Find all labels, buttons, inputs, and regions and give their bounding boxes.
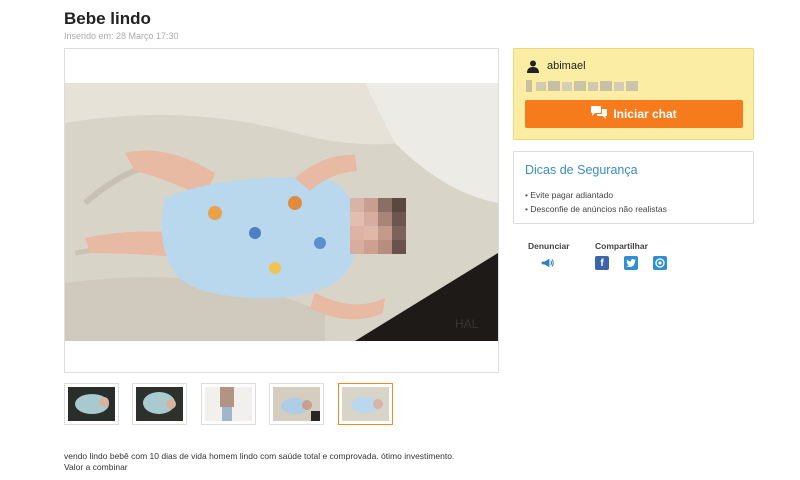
thumbnail[interactable]	[64, 383, 119, 425]
posted-date: Inserido em: 28 Março 17:30	[64, 31, 179, 41]
start-chat-button[interactable]: Iniciar chat	[525, 100, 743, 128]
user-icon	[527, 60, 539, 78]
blurred-phone	[526, 79, 641, 92]
thumbnail-active[interactable]	[338, 383, 393, 425]
listing-title: Bebe lindo	[64, 9, 151, 28]
seller-box: abimael Iniciar chat	[513, 48, 754, 140]
listing-description: vendo lindo bebê com 10 dias de vida hom…	[64, 451, 454, 473]
safety-tips-box: Dicas de Segurança Evite pagar adiantado…	[513, 151, 754, 224]
chat-icon	[591, 106, 608, 122]
svg-text:HAL: HAL	[455, 317, 479, 331]
safety-tips-title[interactable]: Dicas de Segurança	[525, 163, 638, 177]
safety-tips-list: Evite pagar adiantado Desconfie de anúnc…	[525, 188, 667, 216]
share-label: Compartilhar	[595, 241, 648, 251]
thumbnail[interactable]	[201, 383, 256, 425]
main-photo-frame: HAL	[64, 48, 499, 373]
seller-name[interactable]: abimael	[547, 60, 586, 72]
facebook-icon[interactable]: f	[595, 256, 609, 270]
chat-button-label: Iniciar chat	[613, 107, 677, 121]
megaphone-icon[interactable]	[541, 256, 555, 270]
price-text: Valor a combinar	[64, 462, 128, 472]
email-icon[interactable]	[653, 256, 667, 270]
twitter-icon[interactable]	[624, 256, 638, 270]
safety-tip: Desconfie de anúncios não realistas	[525, 202, 667, 216]
safety-tip: Evite pagar adiantado	[525, 188, 667, 202]
report-label: Denunciar	[528, 241, 570, 251]
thumbnail[interactable]	[132, 383, 187, 425]
thumbnail[interactable]	[269, 383, 324, 425]
main-photo[interactable]: HAL	[65, 83, 498, 341]
description-text: vendo lindo bebê com 10 dias de vida hom…	[64, 451, 455, 461]
